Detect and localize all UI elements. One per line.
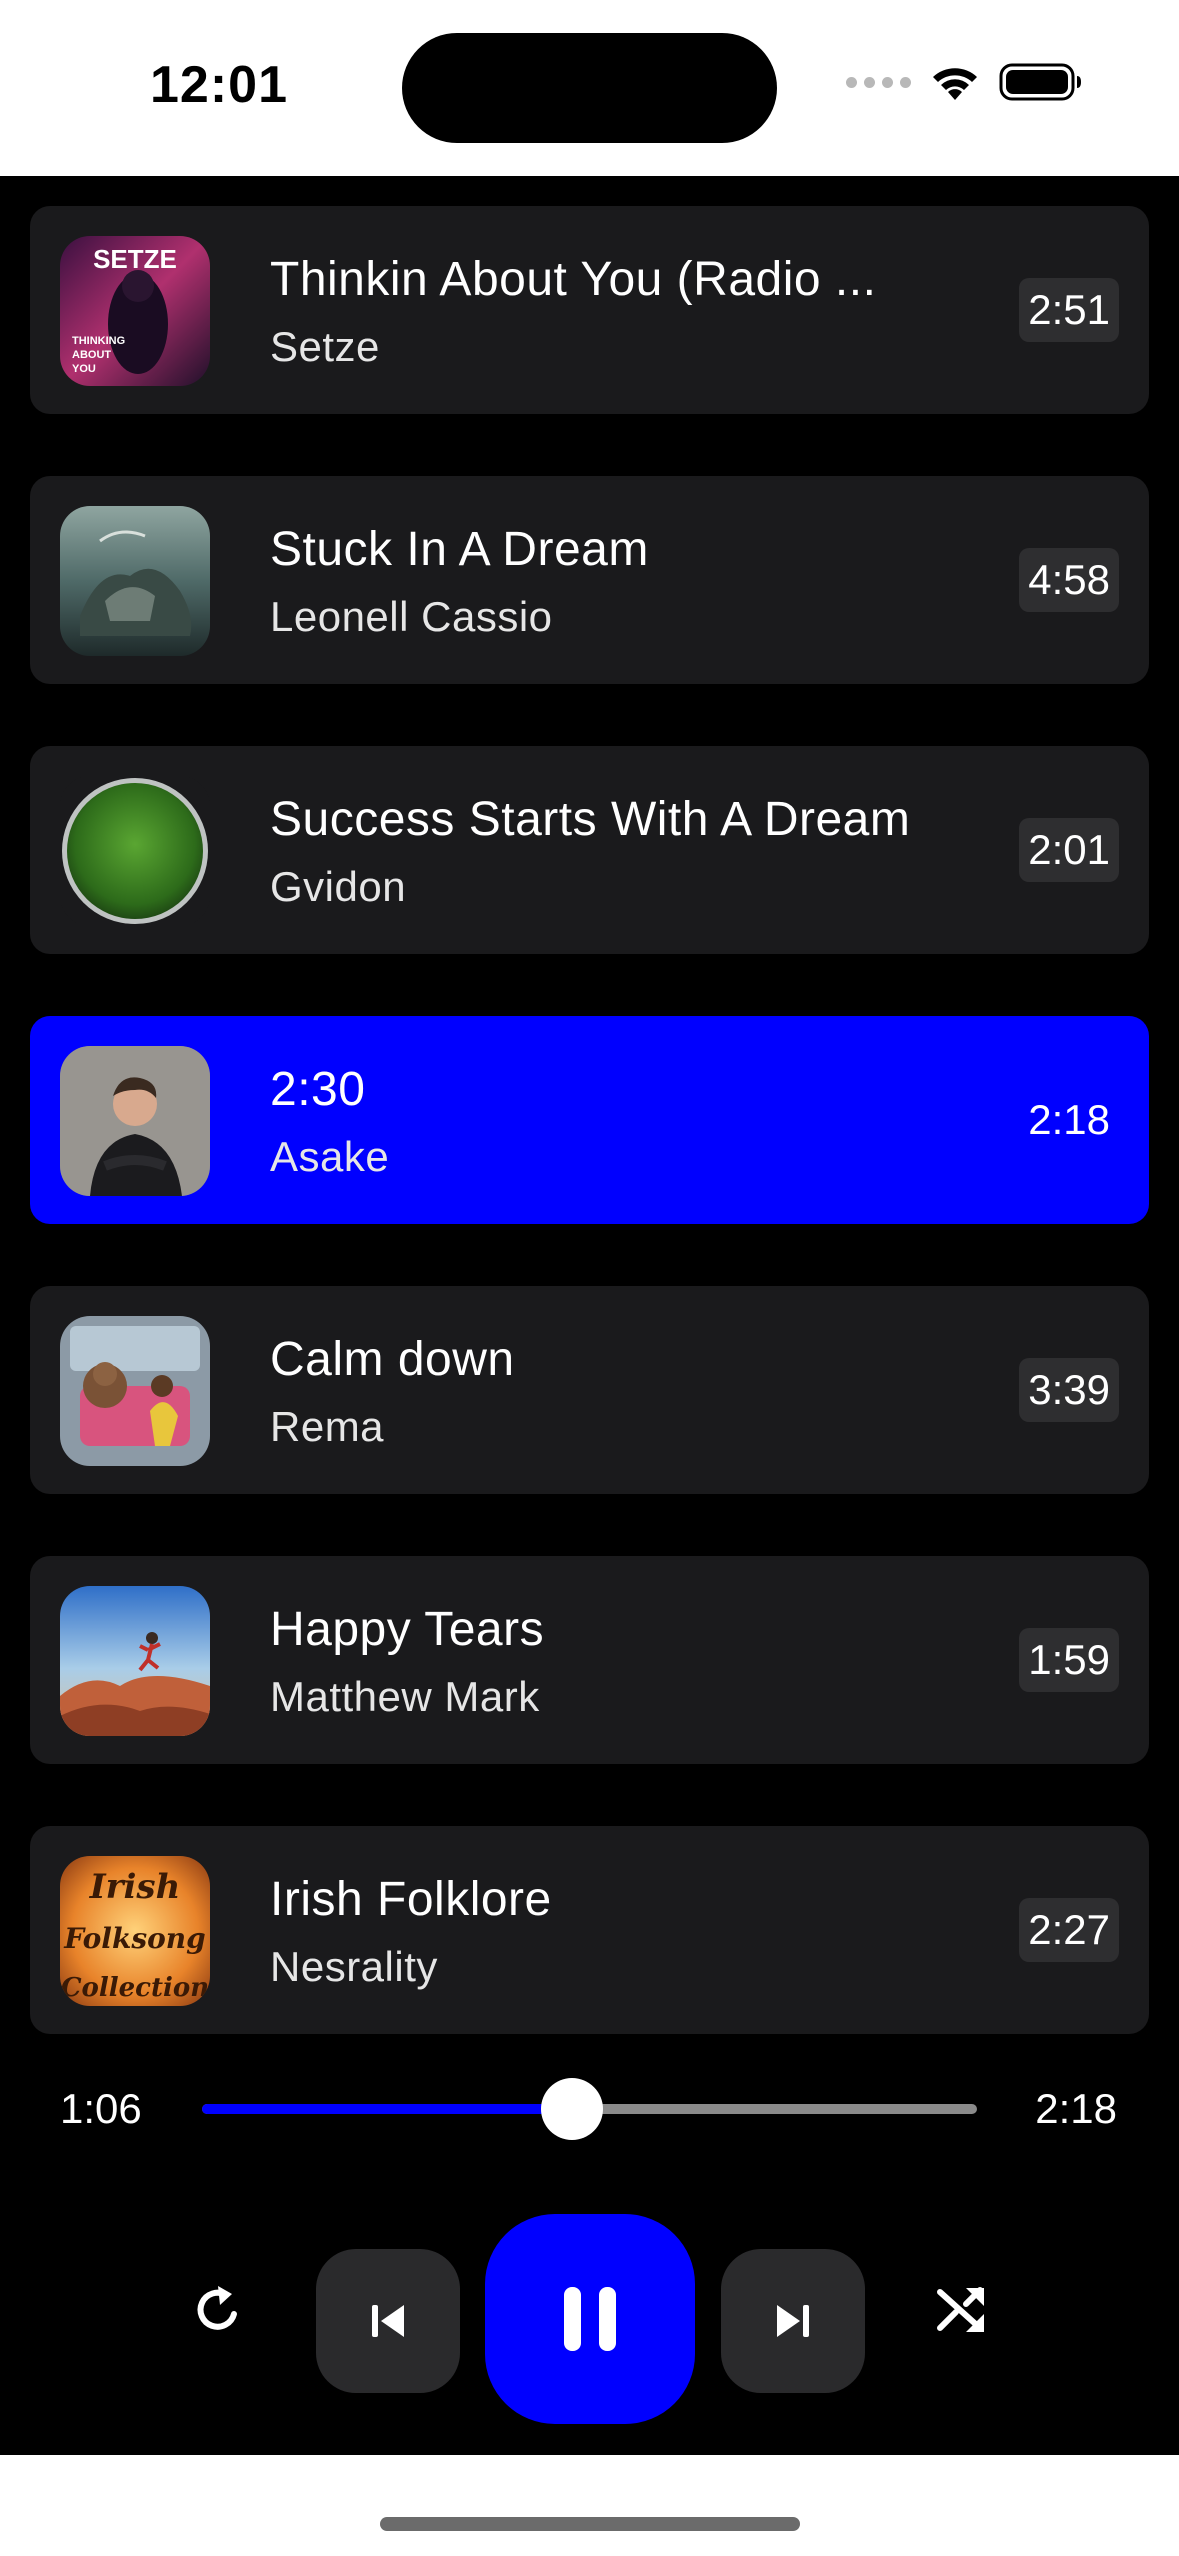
status-time: 12:01 bbox=[150, 56, 288, 114]
svg-text:SETZE: SETZE bbox=[93, 244, 177, 274]
track-row[interactable]: Irish Folksong Collection Irish Folklore… bbox=[30, 1826, 1149, 2034]
track-title: Success Starts With A Dream bbox=[270, 793, 911, 846]
album-art bbox=[60, 776, 210, 926]
svg-text:ABOUT: ABOUT bbox=[72, 349, 111, 361]
track-artist: Nesrality bbox=[270, 1943, 438, 1990]
shuffle-icon bbox=[937, 2287, 984, 2332]
seek-bar[interactable] bbox=[202, 2078, 977, 2140]
repeat-button[interactable] bbox=[178, 2270, 258, 2350]
track-duration: 2:18 bbox=[1028, 1096, 1110, 1143]
track-title: Thinkin About You (Radio ... bbox=[270, 253, 877, 306]
track-duration: 1:59 bbox=[1019, 1628, 1119, 1692]
repeat-icon bbox=[197, 2286, 237, 2330]
track-row[interactable]: Success Starts With A Dream Gvidon 2:01 bbox=[30, 746, 1149, 954]
track-title: Happy Tears bbox=[270, 1603, 545, 1656]
track-row[interactable]: SETZE THINKING ABOUT YOU Thinkin About Y… bbox=[30, 206, 1149, 414]
seek-bar-thumb[interactable] bbox=[541, 2078, 604, 2140]
elapsed-time: 1:06 bbox=[60, 2085, 142, 2132]
total-time: 2:18 bbox=[1035, 2085, 1117, 2132]
svg-text:THINKING: THINKING bbox=[72, 335, 125, 347]
track-duration: 2:01 bbox=[1019, 818, 1119, 882]
status-icons bbox=[846, 62, 1083, 102]
track-duration: 4:58 bbox=[1019, 548, 1119, 612]
album-art bbox=[60, 1316, 210, 1466]
track-title: 2:30 bbox=[270, 1063, 366, 1116]
dynamic-island bbox=[402, 33, 777, 143]
album-art: SETZE THINKING ABOUT YOU bbox=[60, 236, 210, 386]
track-row[interactable]: Stuck In A Dream Leonell Cassio 4:58 bbox=[30, 476, 1149, 684]
play-pause-button[interactable] bbox=[485, 2214, 695, 2424]
track-row[interactable]: Happy Tears Matthew Mark 1:59 bbox=[30, 1556, 1149, 1764]
skip-previous-icon bbox=[372, 2305, 404, 2337]
track-artist: Gvidon bbox=[270, 863, 407, 910]
track-artist: Leonell Cassio bbox=[270, 593, 553, 640]
track-duration: 3:39 bbox=[1019, 1358, 1119, 1422]
track-row[interactable]: Calm down Rema 3:39 bbox=[30, 1286, 1149, 1494]
album-art bbox=[60, 1046, 210, 1196]
track-row-active[interactable]: 2:30 Asake 2:18 bbox=[30, 1016, 1149, 1224]
track-artist: Matthew Mark bbox=[270, 1673, 540, 1720]
cellular-signal-icon bbox=[846, 76, 911, 88]
seek-bar-fill bbox=[202, 2104, 573, 2114]
track-title: Irish Folklore bbox=[270, 1873, 552, 1926]
track-duration: 2:51 bbox=[1019, 278, 1119, 342]
wifi-icon bbox=[929, 63, 981, 101]
album-art bbox=[60, 506, 210, 656]
skip-next-icon bbox=[777, 2305, 809, 2337]
track-artist: Asake bbox=[270, 1133, 390, 1180]
svg-text:YOU: YOU bbox=[72, 363, 96, 375]
track-artist: Rema bbox=[270, 1403, 385, 1450]
track-artist: Setze bbox=[270, 323, 380, 370]
bottom-safe-area bbox=[0, 2455, 1179, 2556]
next-button[interactable] bbox=[721, 2249, 865, 2393]
battery-icon bbox=[999, 62, 1083, 102]
home-indicator[interactable] bbox=[380, 2517, 800, 2531]
album-art: Irish Folksong Collection bbox=[60, 1856, 210, 2006]
pause-icon bbox=[564, 2287, 616, 2351]
track-title: Stuck In A Dream bbox=[270, 523, 649, 576]
svg-text:Folksong: Folksong bbox=[63, 1922, 205, 1955]
album-art bbox=[60, 1586, 210, 1736]
svg-text:Collection: Collection bbox=[61, 1973, 209, 2003]
track-duration: 2:27 bbox=[1019, 1898, 1119, 1962]
svg-text:Irish: Irish bbox=[89, 1867, 181, 1907]
status-bar: 12:01 bbox=[0, 0, 1179, 176]
shuffle-button[interactable] bbox=[922, 2270, 1002, 2350]
previous-button[interactable] bbox=[316, 2249, 460, 2393]
track-title: Calm down bbox=[270, 1333, 515, 1386]
